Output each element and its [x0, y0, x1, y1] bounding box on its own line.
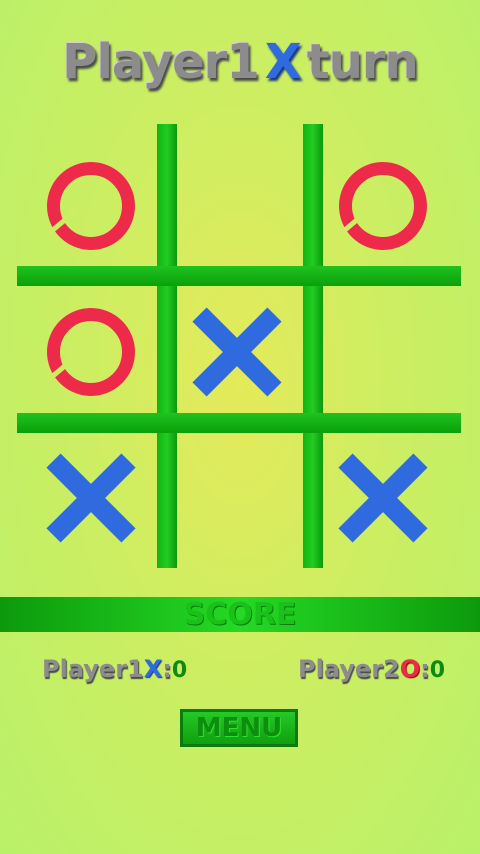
ring-icon — [47, 308, 135, 396]
score-header: SCORE — [0, 597, 480, 632]
player2-colon: : — [420, 655, 430, 683]
board-cell-1[interactable] — [21, 136, 161, 276]
cross-icon — [192, 307, 282, 397]
board-cell-4[interactable] — [21, 282, 161, 422]
board-cell-6[interactable] — [313, 282, 453, 422]
cross-icon — [46, 453, 136, 543]
board-cell-9[interactable] — [313, 428, 453, 568]
turn-player-label: Player1 — [62, 34, 259, 90]
player2-score: Player2O:0 — [298, 655, 445, 683]
board-cell-5[interactable] — [167, 282, 307, 422]
ring-icon — [339, 162, 427, 250]
turn-suffix-label: turn — [306, 34, 419, 90]
ring-icon — [47, 162, 135, 250]
player2-label: Player2 — [298, 655, 400, 683]
player2-o-icon: O — [399, 655, 421, 683]
board-cell-7[interactable] — [21, 428, 161, 568]
board-cell-2[interactable] — [167, 136, 307, 276]
cross-icon — [338, 453, 428, 543]
player1-label: Player1 — [42, 655, 144, 683]
board-cell-8[interactable] — [167, 428, 307, 568]
player1-x-icon: X — [143, 655, 163, 683]
player1-colon: : — [162, 655, 172, 683]
board-cell-3[interactable] — [313, 136, 453, 276]
player1-score-value: 0 — [171, 658, 188, 683]
turn-indicator: Player1 Xturn — [0, 34, 480, 90]
menu-button[interactable]: MENU — [180, 709, 298, 747]
turn-x-icon: X — [264, 34, 302, 90]
player1-score: Player1X:0 — [42, 655, 187, 683]
player2-score-value: 0 — [429, 658, 446, 683]
